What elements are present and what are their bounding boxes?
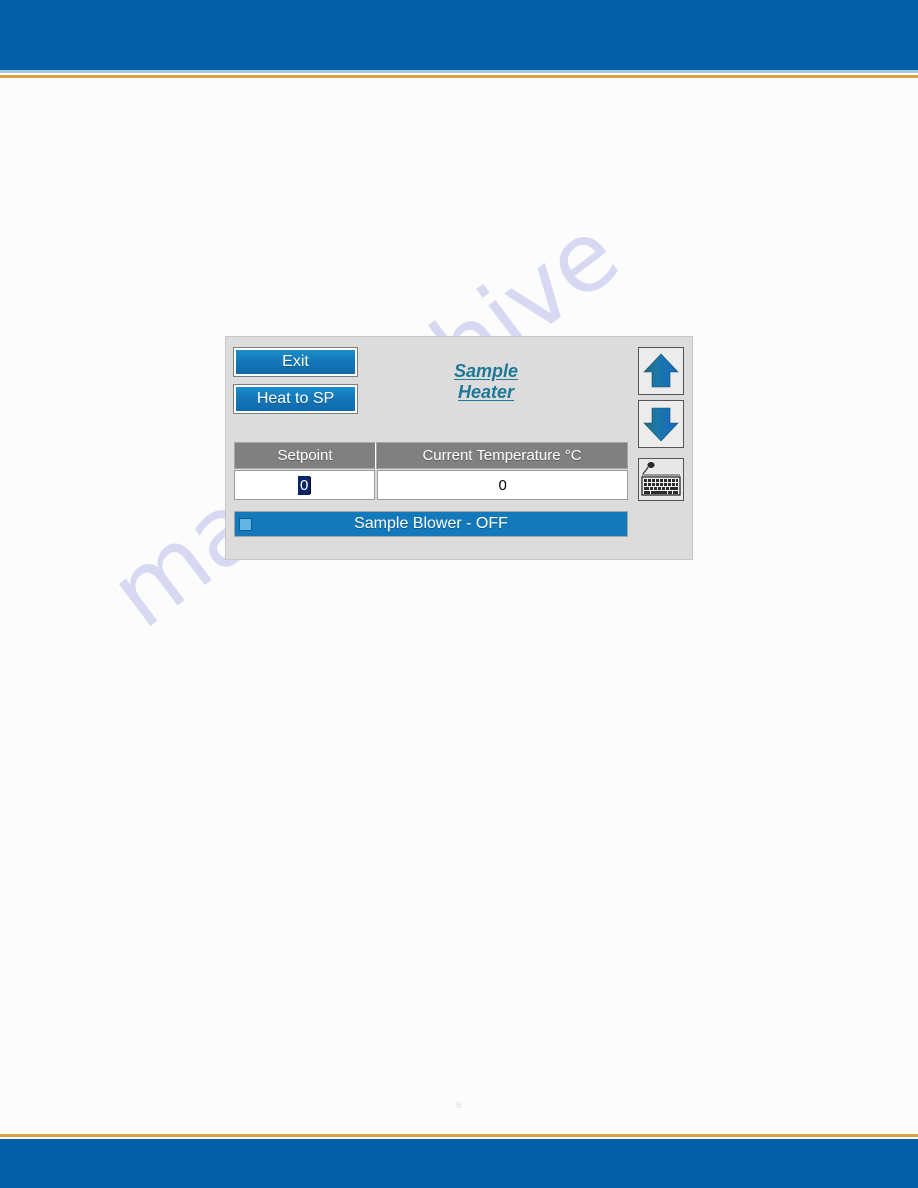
arrow-down-icon: [643, 407, 679, 442]
exit-button[interactable]: Exit: [233, 347, 358, 377]
column-header-current-temperature: Current Temperature °C: [376, 442, 628, 469]
sample-heater-panel: Exit Heat to SP Sample Heater Setpoint C…: [226, 337, 692, 559]
page-footer-band: [0, 1139, 918, 1188]
setpoint-input[interactable]: 0: [234, 470, 376, 500]
heat-to-sp-button[interactable]: Heat to SP: [233, 384, 358, 414]
current-temperature-value-field: 0: [377, 470, 628, 500]
page-body: [0, 78, 918, 1134]
page-number: 6: [456, 1100, 462, 1110]
heat-to-sp-button-label: Heat to SP: [256, 390, 335, 407]
keyboard-button[interactable]: [638, 458, 684, 501]
arrow-up-icon: [643, 353, 679, 388]
exit-button-label: Exit: [282, 353, 309, 370]
arrow-up-button[interactable]: [638, 347, 684, 395]
arrow-down-button[interactable]: [638, 400, 684, 448]
keyboard-icon: [641, 462, 681, 496]
sample-blower-toggle[interactable]: Sample Blower - OFF: [234, 511, 628, 537]
panel-title: Sample Heater: [406, 361, 566, 403]
temperature-table: Setpoint Current Temperature °C 0 0: [234, 442, 628, 500]
column-header-setpoint: Setpoint: [234, 442, 376, 469]
table-header-row: Setpoint Current Temperature °C: [234, 442, 628, 469]
text-caret: [310, 476, 312, 494]
sample-blower-label: Sample Blower - OFF: [354, 515, 508, 532]
current-temperature-value: 0: [498, 476, 507, 494]
setpoint-value: 0: [297, 475, 311, 495]
table-value-row: 0 0: [234, 470, 628, 500]
panel-title-line1: Sample: [453, 361, 519, 381]
page-header-band: [0, 0, 918, 70]
panel-title-line2: Heater: [457, 382, 515, 402]
